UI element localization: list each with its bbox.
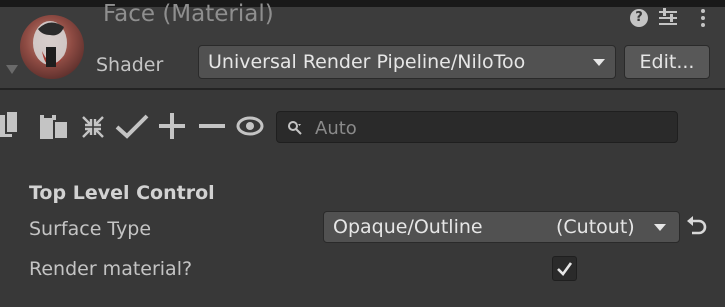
presets-icon[interactable]	[657, 7, 679, 29]
render-material-checkbox[interactable]	[552, 256, 577, 281]
surface-type-suffix: (Cutout)	[556, 216, 635, 238]
shader-dropdown[interactable]: Universal Render Pipeline/NiloToo	[198, 45, 616, 79]
revert-icon[interactable]	[686, 216, 708, 238]
search-input[interactable]	[313, 115, 667, 141]
eye-icon[interactable]	[236, 111, 264, 141]
render-material-label: Render material?	[29, 258, 193, 280]
help-icon[interactable]: ?	[630, 9, 648, 27]
surface-type-dropdown[interactable]: Opaque/Outline (Cutout)	[323, 211, 680, 243]
paste-icon[interactable]	[38, 111, 70, 141]
header-divider	[0, 88, 725, 90]
property-search-field[interactable]	[276, 111, 678, 143]
shader-dropdown-value: Universal Render Pipeline/NiloToo	[208, 51, 526, 73]
section-title: Top Level Control	[29, 182, 215, 204]
copy-icon[interactable]	[0, 111, 22, 141]
shader-label: Shader	[96, 54, 164, 76]
surface-type-value: Opaque/Outline	[333, 216, 483, 238]
plus-icon[interactable]	[156, 111, 188, 141]
minus-icon[interactable]	[198, 111, 226, 141]
material-header: Face (Material) ? Shader Universal Rende…	[0, 1, 725, 88]
chevron-down-icon	[593, 58, 605, 66]
check-icon[interactable]	[114, 111, 150, 141]
check-icon	[557, 262, 573, 276]
surface-type-label: Surface Type	[29, 218, 152, 240]
material-title: Face (Material)	[103, 1, 274, 27]
kebab-menu-icon[interactable]	[698, 7, 708, 29]
collapse-icon[interactable]	[80, 111, 106, 141]
material-preview-thumbnail[interactable]	[20, 15, 84, 79]
search-icon	[288, 121, 302, 135]
edit-shader-button[interactable]: Edit...	[624, 45, 710, 79]
chevron-down-icon	[654, 224, 666, 231]
foldout-arrow-icon[interactable]	[6, 65, 18, 74]
